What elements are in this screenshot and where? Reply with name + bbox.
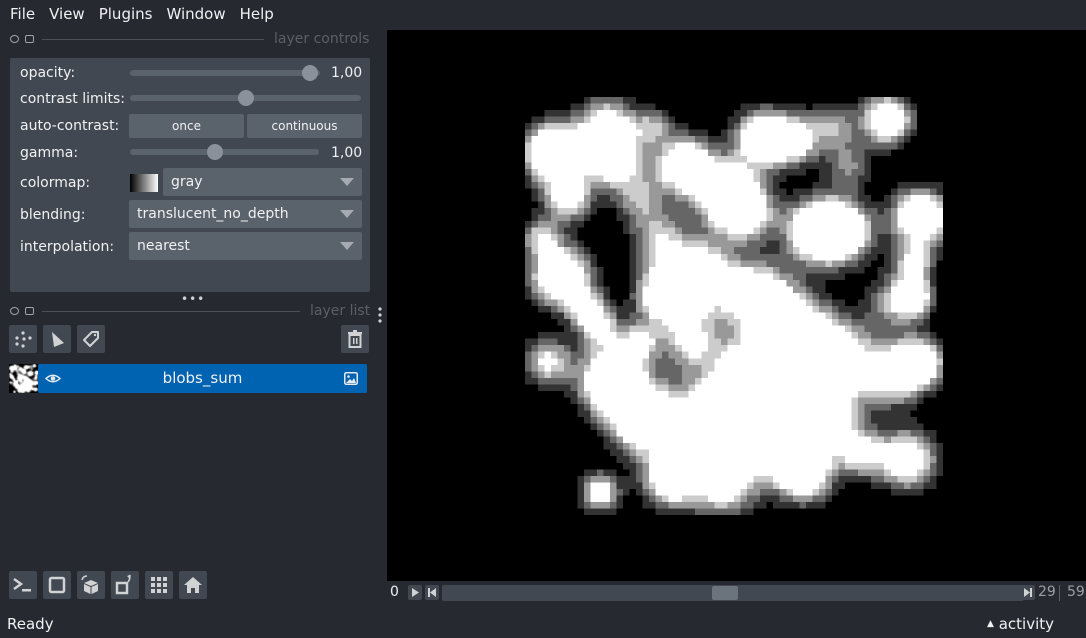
float-panel-icon[interactable] [10, 35, 19, 43]
skip-start-icon [428, 588, 436, 597]
interpolation-value: nearest [137, 238, 190, 254]
rotate-cube-icon [81, 575, 98, 594]
menu-help[interactable]: Help [240, 5, 274, 23]
points-icon [15, 331, 32, 348]
dim-slider-value[interactable]: 29 [1038, 584, 1056, 600]
step-back-button[interactable] [425, 585, 439, 600]
blending-label: blending: [20, 207, 86, 223]
transpose-icon [115, 574, 131, 595]
header-divider [42, 310, 300, 312]
new-labels-layer-button[interactable] [77, 325, 105, 353]
menu-plugins[interactable]: Plugins [99, 5, 153, 23]
layer-controls-header: layer controls [10, 31, 369, 47]
dim-separator [1059, 585, 1060, 601]
blending-dropdown[interactable]: translucent_no_depth [129, 200, 362, 228]
layer-list-menu-icon[interactable] [378, 306, 382, 324]
contrast-limits-label: contrast limits: [20, 91, 125, 107]
menu-window[interactable]: Window [166, 5, 225, 23]
float-panel-icon[interactable] [10, 307, 19, 315]
blobs-image [525, 97, 943, 515]
gamma-label: gamma: [20, 145, 79, 161]
menu-view[interactable]: View [49, 5, 85, 23]
colormap-label: colormap: [20, 175, 91, 191]
chevron-down-icon [340, 210, 354, 218]
chevron-down-icon [340, 178, 354, 186]
square-icon [48, 576, 66, 594]
shapes-icon [52, 332, 64, 347]
colormap-preview [130, 174, 158, 192]
home-icon [184, 577, 202, 593]
close-panel-icon[interactable] [25, 307, 34, 315]
delete-layer-button[interactable] [341, 325, 369, 353]
layer-controls-panel: opacity: 1,00 contrast limits: auto-cont… [10, 58, 370, 292]
opacity-label: opacity: [20, 65, 76, 81]
interpolation-dropdown[interactable]: nearest [129, 232, 362, 260]
dim-max-value: 59 [1067, 584, 1085, 600]
layer-thumbnail[interactable] [9, 364, 38, 393]
skip-end-icon [1024, 588, 1032, 597]
viewer-canvas[interactable] [387, 30, 1086, 581]
blending-value: translucent_no_depth [137, 206, 289, 222]
reset-view-button[interactable] [179, 571, 207, 599]
gamma-slider-thumb[interactable] [207, 144, 223, 160]
opacity-slider[interactable] [130, 65, 320, 81]
ndisplay-button[interactable] [43, 571, 71, 599]
menu-bar: File View Plugins Window Help [0, 0, 1086, 28]
step-forward-button[interactable] [1021, 585, 1035, 600]
grid-view-button[interactable] [145, 571, 173, 599]
chevron-down-icon [340, 242, 354, 250]
activity-button[interactable]: ▲ activity [987, 615, 1054, 633]
contrast-limits-slider[interactable] [130, 90, 361, 106]
layer-name: blobs_sum [162, 369, 243, 387]
trash-icon [348, 330, 362, 348]
opacity-value: 1,00 [331, 65, 363, 81]
auto-contrast-continuous-button[interactable]: continuous [247, 114, 362, 138]
layer-list-title: layer list [310, 303, 371, 319]
header-divider [42, 38, 264, 40]
colormap-value: gray [171, 174, 203, 190]
image-layer-icon [344, 372, 358, 385]
terminal-icon [13, 577, 31, 592]
layer-list-header: layer list [10, 303, 370, 319]
auto-contrast-once-button[interactable]: once [129, 114, 244, 138]
layer-controls-title: layer controls [274, 31, 370, 47]
play-icon [412, 588, 419, 597]
status-text: Ready [7, 615, 54, 633]
activity-label: activity [998, 615, 1054, 633]
dims-slider-track[interactable] [442, 585, 1024, 601]
dims-slider-thumb[interactable] [712, 586, 738, 600]
interpolation-label: interpolation: [20, 239, 115, 255]
layer-item-blobs-sum[interactable]: blobs_sum [38, 364, 367, 393]
auto-contrast-label: auto-contrast: [20, 118, 120, 134]
contrast-limits-thumb[interactable] [238, 90, 254, 106]
menu-file[interactable]: File [10, 5, 35, 23]
play-button[interactable] [408, 585, 422, 600]
colormap-dropdown[interactable]: gray [163, 168, 362, 196]
gamma-value: 1,00 [331, 145, 363, 161]
tag-icon [83, 331, 99, 347]
transpose-button[interactable] [111, 571, 139, 599]
opacity-slider-thumb[interactable] [302, 65, 318, 81]
new-shapes-layer-button[interactable] [43, 325, 71, 353]
caret-up-icon: ▲ [987, 619, 994, 629]
dims-slider-bar: 0 29 59 [387, 581, 1086, 605]
gamma-slider[interactable] [130, 144, 319, 160]
dim-current-index: 0 [390, 584, 399, 600]
new-points-layer-button[interactable] [9, 325, 37, 353]
console-button[interactable] [9, 571, 37, 599]
roll-dimensions-button[interactable] [77, 571, 105, 599]
grid-icon [151, 577, 167, 593]
close-panel-icon[interactable] [25, 35, 34, 43]
